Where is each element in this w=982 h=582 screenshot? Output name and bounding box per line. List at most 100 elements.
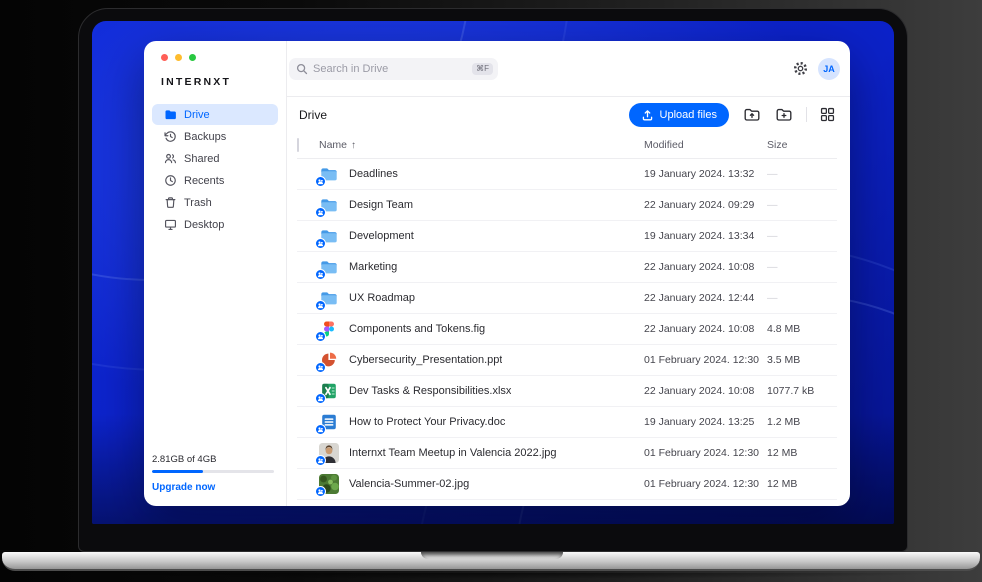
photo-green-icon [319,474,339,494]
table-row[interactable]: Dev Tasks & Responsibilities.xlsx 22 Jan… [297,376,837,407]
column-header-size[interactable]: Size [767,139,837,151]
storage-section: 2.81GB of 4GB Upgrade now [144,454,286,506]
upgrade-link[interactable]: Upgrade now [152,482,274,493]
sidebar-item-trash[interactable]: Trash [152,192,278,213]
sidebar-item-drive[interactable]: Drive [152,104,278,125]
powerpoint-icon [319,350,339,370]
select-all-checkbox[interactable] [297,138,299,152]
file-modified-date: 22 January 2024. 12:44 [644,292,767,304]
file-size: 12 MB [767,447,837,459]
file-name: Design Team [349,199,413,211]
shared-badge-icon [315,393,326,404]
folder-icon [319,195,339,215]
file-size: 1.2 MB [767,416,837,428]
search-shortcut-badge: ⌘F [472,63,493,75]
laptop-shadow [40,573,940,579]
window-controls [161,54,286,61]
shared-badge-icon [315,362,326,373]
file-name: Valencia-Summer-02.jpg [349,478,469,490]
sidebar-item-shared[interactable]: Shared [152,148,278,169]
table-row[interactable]: Development 19 January 2024. 13:34 — [297,221,837,252]
folder-upload-icon [743,106,761,124]
sidebar-item-label: Drive [184,109,210,121]
photo-person-icon [319,443,339,463]
avatar[interactable]: JA [818,58,840,80]
laptop-frame: INTERNXT Drive Backups Shared Recents Tr… [78,8,908,552]
table-row[interactable]: Valencia-Summer-02.jpg 01 February 2024.… [297,469,837,500]
table-row[interactable]: UX Roadmap 22 January 2024. 12:44 — [297,283,837,314]
search-icon [296,63,308,75]
upload-files-button[interactable]: Upload files [629,103,729,127]
laptop-base [2,552,980,571]
upload-files-label: Upload files [660,109,717,121]
table-row[interactable]: Marketing 22 January 2024. 10:08 — [297,252,837,283]
file-name: Dev Tasks & Responsibilities.xlsx [349,385,511,397]
main-panel: ⌘F JA Drive Upload files [286,41,850,506]
toolbar-divider [806,107,807,122]
table-row[interactable]: Components and Tokens.fig 22 January 202… [297,314,837,345]
file-modified-date: 19 January 2024. 13:34 [644,230,767,242]
storage-progress-fill [152,470,203,473]
desktop-icon [164,218,177,231]
excel-icon [319,381,339,401]
shared-badge-icon [315,331,326,342]
folder-icon [164,108,177,121]
column-header-name[interactable]: Name [319,139,347,151]
upload-icon [641,108,654,121]
figma-icon [319,319,339,339]
sidebar-nav: Drive Backups Shared Recents Trash Deskt… [144,104,286,235]
shared-badge-icon [315,269,326,280]
file-name: Marketing [349,261,397,273]
sidebar-item-label: Desktop [184,219,224,231]
minimize-window-button[interactable] [175,54,182,61]
column-header-modified[interactable]: Modified [644,139,767,151]
file-size: 1077.7 kB [767,385,837,397]
folder-icon [319,226,339,246]
grid-view-button[interactable] [819,106,837,124]
sort-ascending-icon: ↑ [351,140,356,151]
folder-icon [319,288,339,308]
file-size: — [767,230,837,242]
search-input[interactable]: ⌘F [289,58,498,80]
shared-badge-icon [315,300,326,311]
content-header: Drive Upload files [287,97,850,132]
sidebar-item-recents[interactable]: Recents [152,170,278,191]
file-name: How to Protect Your Privacy.doc [349,416,505,428]
upload-folder-button[interactable] [743,106,761,124]
file-modified-date: 01 February 2024. 12:30 [644,354,767,366]
shared-badge-icon [315,424,326,435]
close-window-button[interactable] [161,54,168,61]
sidebar-item-backups[interactable]: Backups [152,126,278,147]
history-icon [164,130,177,143]
shared-badge-icon [315,486,326,497]
file-size: — [767,168,837,180]
file-modified-date: 19 January 2024. 13:32 [644,168,767,180]
word-icon [319,412,339,432]
sidebar-item-label: Backups [184,131,226,143]
file-size: — [767,292,837,304]
table-row[interactable]: Cybersecurity_Presentation.ppt 01 Februa… [297,345,837,376]
settings-gear-icon[interactable] [792,60,809,77]
storage-progress-track [152,470,274,473]
new-folder-button[interactable] [775,106,793,124]
sidebar-item-label: Recents [184,175,224,187]
file-modified-date: 01 February 2024. 12:30 [644,447,767,459]
file-size: 4.8 MB [767,323,837,335]
table-row[interactable]: Deadlines 19 January 2024. 13:32 — [297,159,837,190]
file-name: Internxt Team Meetup in Valencia 2022.jp… [349,447,557,459]
grid-view-icon [819,106,836,123]
top-bar: ⌘F JA [287,41,850,97]
table-row[interactable]: Design Team 22 January 2024. 09:29 — [297,190,837,221]
file-name: Components and Tokens.fig [349,323,485,335]
file-modified-date: 01 February 2024. 12:30 [644,478,767,490]
zoom-window-button[interactable] [189,54,196,61]
table-row[interactable]: Internxt Team Meetup in Valencia 2022.jp… [297,438,837,469]
sidebar-item-desktop[interactable]: Desktop [152,214,278,235]
shared-badge-icon [315,455,326,466]
file-size: 3.5 MB [767,354,837,366]
search-field[interactable] [313,63,467,75]
file-name: Development [349,230,414,242]
folder-icon [319,164,339,184]
table-row[interactable]: How to Protect Your Privacy.doc 19 Janua… [297,407,837,438]
file-modified-date: 19 January 2024. 13:25 [644,416,767,428]
